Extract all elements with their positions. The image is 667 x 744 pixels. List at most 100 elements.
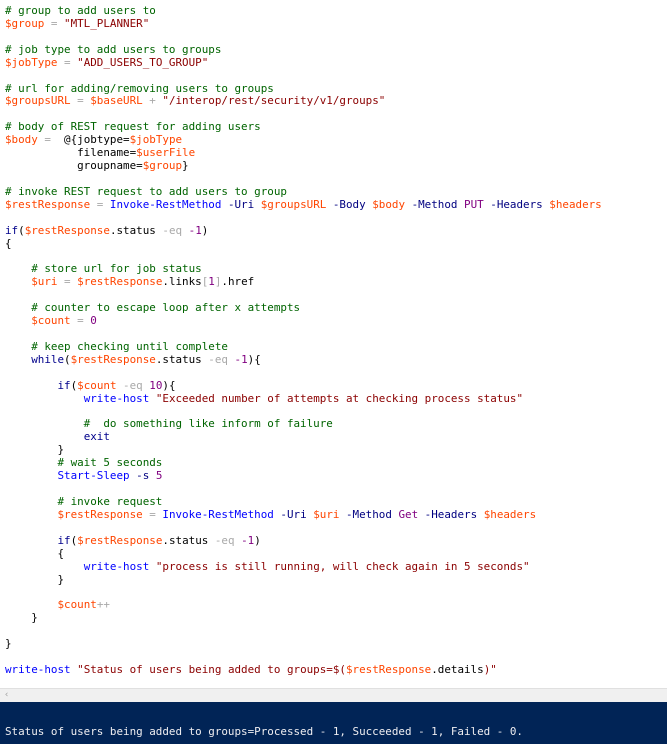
code-token: # job type to add users to groups	[5, 42, 222, 56]
code-line: write-host "Exceeded number of attempts …	[5, 392, 523, 405]
console-pane[interactable]: Status of users being added to groups=Pr…	[0, 702, 667, 744]
code-line: while($restResponse.status -eq -1){	[5, 353, 261, 366]
code-token: # do something like inform of failure	[5, 417, 333, 431]
code-token: 0	[90, 314, 97, 328]
code-token: write-host	[83, 559, 150, 573]
code-token: if	[57, 533, 71, 547]
scroll-left-arrow-icon[interactable]: ‹	[1, 690, 12, 701]
code-token: $restResponse	[77, 275, 163, 289]
code-token: ){	[162, 378, 176, 392]
code-token: }	[5, 572, 65, 586]
code-token: Invoke-RestMethod	[109, 197, 222, 211]
code-token: groupname=	[5, 159, 143, 172]
code-token: -Method	[339, 507, 399, 521]
code-line: exit	[5, 430, 110, 443]
code-token: -Headers	[483, 197, 550, 211]
code-token: "Exceeded number of attempts at checking…	[155, 391, 524, 405]
code-token: write-host	[83, 391, 150, 405]
code-token: -1	[241, 533, 255, 547]
code-token: Get	[398, 507, 419, 521]
code-token: $headers	[549, 197, 602, 211]
code-token: $body	[5, 133, 38, 147]
code-token: $restResponse	[70, 352, 156, 366]
code-token: # body of REST request for adding users	[5, 120, 261, 134]
code-token: "process is still running, will check ag…	[155, 559, 530, 573]
code-token: $body	[372, 197, 406, 211]
code-token: $restResponse	[5, 197, 91, 211]
code-line: }	[5, 573, 64, 586]
code-token: ){	[247, 352, 261, 366]
code-token: PUT	[464, 197, 484, 211]
code-token: -Method	[405, 197, 465, 211]
script-editor-pane[interactable]: # group to add users to $group = "MTL_PLA…	[0, 0, 667, 688]
code-token: $uri	[313, 507, 340, 521]
code-token: # keep checking until complete	[5, 339, 228, 353]
code-token: $userFile	[136, 146, 196, 160]
code-line: groupname=$group}	[5, 159, 189, 172]
code-line: {	[5, 237, 12, 250]
code-token: )	[254, 533, 261, 547]
code-token: $uri	[31, 275, 58, 289]
code-token: .details	[431, 662, 484, 676]
code-token: )	[201, 223, 209, 237]
code-line: $jobType = "ADD_USERS_TO_GROUP"	[5, 56, 208, 69]
code-token: "Status of users being added to groups=$…	[77, 662, 346, 676]
code-token: }	[5, 611, 38, 625]
code-line: $restResponse = Invoke-RestMethod -Uri $…	[5, 508, 536, 521]
code-token: Start-Sleep	[57, 469, 130, 483]
code-line: Start-Sleep -s 5	[5, 469, 162, 482]
code-token: -1	[234, 352, 248, 366]
code-token: =	[142, 507, 163, 521]
code-token: # invoke request	[5, 495, 163, 508]
code-token: =	[90, 197, 110, 211]
code-token: -s	[129, 469, 156, 483]
code-line: {	[5, 547, 64, 560]
code-token: +	[142, 94, 163, 108]
code-line: $body = @{jobtype=$jobType	[5, 133, 182, 146]
code-token: "MTL_PLANNER"	[64, 16, 150, 30]
code-line: $count++	[5, 598, 110, 612]
code-line: $groupsURL = $baseURL + "/interop/rest/s…	[5, 94, 385, 107]
code-token: $count	[77, 378, 117, 392]
code-token: $groupsURL	[5, 94, 71, 108]
code-token: $group	[142, 159, 183, 172]
code-token: "ADD_USERS_TO_GROUP"	[77, 55, 209, 69]
code-token: write-host	[5, 662, 71, 676]
code-token: if	[57, 378, 71, 392]
code-line: # store url for job status	[5, 262, 201, 275]
code-token: .status	[155, 352, 202, 366]
code-token: $jobType	[5, 55, 58, 69]
console-output-text: Status of users being added to groups=Pr…	[5, 725, 523, 738]
code-token: =	[37, 133, 65, 147]
code-token: -Uri	[273, 507, 314, 521]
code-token: ++	[96, 598, 110, 612]
code-token: if	[5, 223, 19, 237]
code-token: @{jobtype=	[64, 133, 130, 147]
code-line: # wait 5 seconds	[5, 456, 162, 469]
code-token: {	[5, 236, 12, 250]
code-token: $groupsURL	[260, 197, 327, 211]
horizontal-scrollbar[interactable]: ‹	[0, 688, 667, 702]
code-line: if($restResponse.status -eq -1)	[5, 224, 208, 237]
code-token: $restResponse	[57, 507, 143, 521]
code-token: -Uri	[221, 197, 261, 211]
code-token: -Body	[326, 197, 373, 211]
code-token: .status	[162, 533, 209, 547]
code-token: Invoke-RestMethod	[162, 507, 274, 521]
code-token: =	[44, 16, 65, 30]
code-token: $baseURL	[90, 94, 143, 108]
code-token: =	[70, 94, 91, 108]
code-token: -eq	[208, 533, 242, 547]
code-token: $restResponse	[345, 662, 432, 676]
code-line: # invoke REST request to add users to gr…	[5, 185, 287, 198]
code-line: # invoke request	[5, 495, 162, 508]
code-line: }	[5, 611, 38, 624]
code-token: 10	[149, 378, 163, 392]
code-token: -1	[188, 223, 202, 237]
code-token: $count	[57, 598, 97, 612]
